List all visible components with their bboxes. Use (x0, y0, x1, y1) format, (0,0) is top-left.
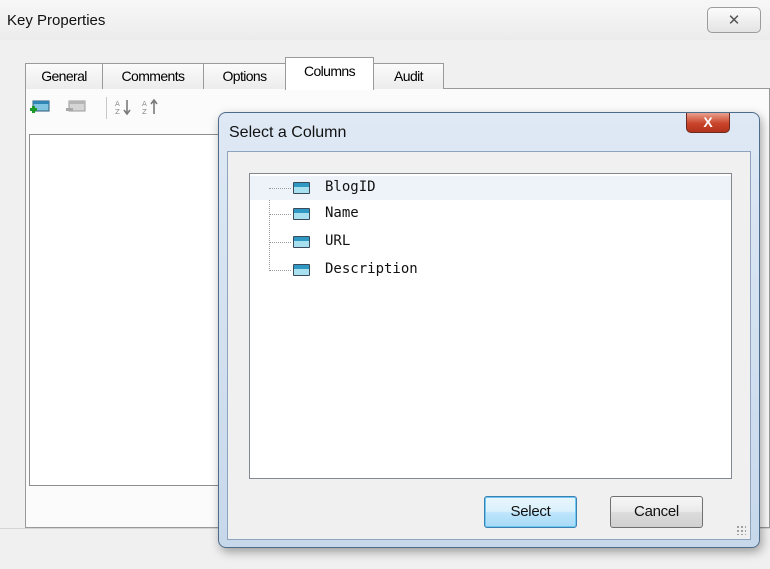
tree-item-label: URL (325, 233, 351, 249)
tab-general[interactable]: General (25, 63, 103, 89)
tree-branch (269, 188, 291, 189)
sort-descending-icon[interactable]: A Z (142, 99, 162, 115)
dialog-close-button[interactable]: X (686, 113, 730, 133)
tree-item-blogid[interactable]: BlogID (250, 176, 731, 200)
column-tree[interactable]: BlogID Name URL Description (249, 173, 732, 479)
tree-item-label: Name (325, 205, 359, 221)
tab-audit[interactable]: Audit (373, 63, 444, 89)
tree-item-name[interactable]: Name (250, 202, 731, 226)
tab-columns[interactable]: Columns (285, 57, 374, 90)
cancel-button[interactable]: Cancel (610, 496, 703, 528)
tree-connector (269, 188, 270, 269)
tree-branch (269, 242, 291, 243)
select-button[interactable]: Select (484, 496, 577, 528)
sort-ascending-icon[interactable]: A Z (115, 99, 135, 115)
window-title: Key Properties (7, 12, 106, 29)
column-icon (293, 264, 310, 276)
tree-item-label: Description (325, 261, 418, 277)
tree-branch (269, 214, 291, 215)
tree-branch (269, 270, 291, 271)
tree-item-label: BlogID (325, 179, 376, 195)
svg-text:A: A (142, 100, 147, 108)
tree-item-description[interactable]: Description (250, 258, 731, 282)
add-column-icon[interactable] (30, 99, 50, 115)
window-close-button[interactable]: ✕ (707, 7, 761, 33)
column-icon (293, 236, 310, 248)
dialog-title: Select a Column (229, 124, 347, 141)
select-column-dialog: Select a Column X BlogID Name URL Descri… (218, 112, 760, 548)
remove-column-icon[interactable] (66, 99, 86, 115)
toolbar-separator (106, 97, 107, 119)
tab-options[interactable]: Options (203, 63, 286, 89)
svg-text:Z: Z (115, 108, 120, 115)
key-columns-list[interactable] (29, 134, 229, 486)
tab-comments[interactable]: Comments (102, 63, 204, 89)
column-icon (293, 182, 310, 194)
svg-text:Z: Z (142, 108, 147, 115)
resize-grip[interactable] (736, 525, 746, 535)
window-titlebar: Key Properties ✕ (0, 0, 770, 40)
tree-item-url[interactable]: URL (250, 230, 731, 254)
dialog-body: BlogID Name URL Description Select Cance… (227, 151, 751, 540)
svg-text:A: A (115, 100, 120, 108)
column-icon (293, 208, 310, 220)
